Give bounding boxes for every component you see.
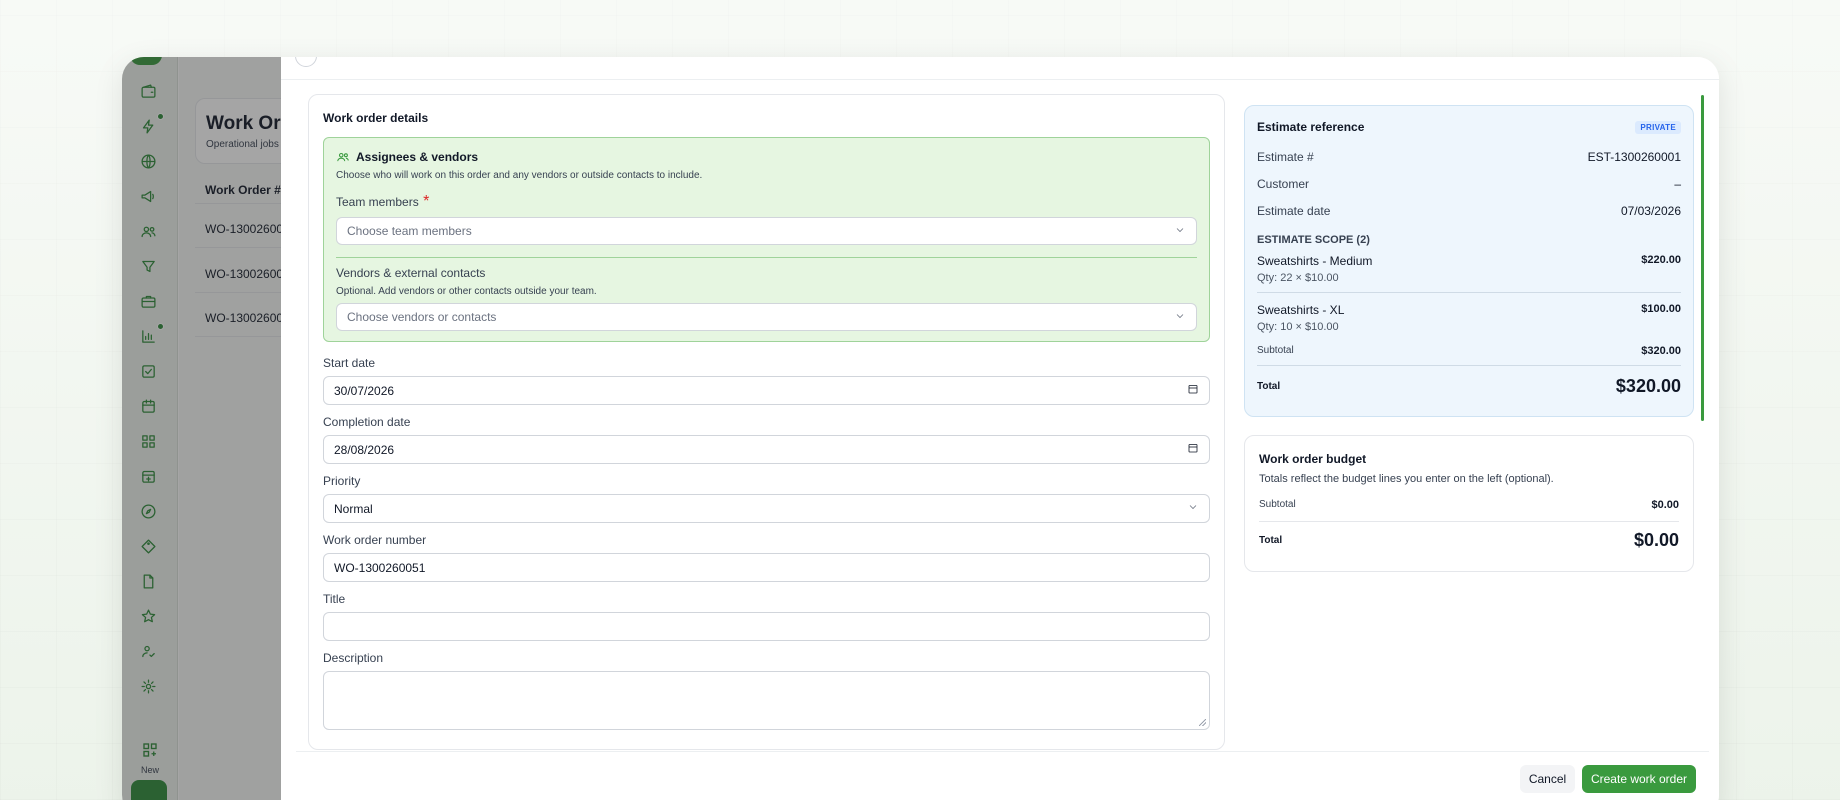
assignees-section: Assignees & vendors Choose who will work… [323, 137, 1210, 342]
scope-item-name: Sweatshirts - XL [1257, 303, 1345, 317]
estimate-total-value: $320.00 [1615, 376, 1681, 396]
budget-divider [1259, 521, 1679, 522]
start-date-input[interactable]: 30/07/2026 [323, 376, 1210, 405]
customer-label: Customer [1257, 177, 1310, 191]
scope-item-price: $220.00 [1641, 254, 1681, 266]
scope-item-qty: Qty: 10 × $10.00 [1257, 321, 1339, 333]
resize-handle[interactable] [1199, 719, 1206, 726]
budget-total-label: Total [1259, 535, 1283, 546]
start-date-value: 30/07/2026 [334, 383, 395, 398]
estimate-subtotal-value: $320.00 [1641, 345, 1681, 357]
estimate-date-label: Estimate date [1257, 204, 1331, 218]
calendar-icon[interactable] [1187, 383, 1199, 398]
estimate-number-label: Estimate # [1257, 150, 1314, 164]
budget-title: Work order budget [1259, 452, 1367, 466]
scope-item-name: Sweatshirts - Medium [1257, 254, 1373, 268]
scope-item-qty: Qty: 22 × $10.00 [1257, 272, 1339, 284]
close-button[interactable] [295, 57, 317, 67]
title-input[interactable] [323, 612, 1210, 641]
customer-value: – [1674, 177, 1681, 191]
description-textarea[interactable] [323, 671, 1210, 730]
vendors-placeholder: Choose vendors or contacts [347, 310, 497, 324]
work-order-budget-card: Work order budget Totals reflect the bud… [1244, 435, 1694, 572]
wo-number-label: Work order number [323, 533, 427, 547]
list-item: Sweatshirts - XL $100.00 Qty: 10 × $10.0… [1257, 303, 1681, 333]
estimate-total-label: Total [1257, 381, 1281, 392]
list-item: Sweatshirts - Medium $220.00 Qty: 22 × $… [1257, 254, 1681, 284]
description-label: Description [323, 651, 384, 665]
estimate-title: Estimate reference [1257, 120, 1365, 134]
users-icon [337, 152, 349, 162]
assignees-divider [336, 257, 1197, 258]
wo-number-input[interactable]: WO-1300260051 [323, 553, 1210, 582]
team-members-label: Team members [336, 195, 419, 209]
private-badge: PRIVATE [1635, 120, 1681, 134]
vendors-label: Vendors & external contacts [336, 266, 486, 280]
total-divider [1257, 365, 1681, 366]
estimate-reference-card: Estimate reference PRIVATE Estimate # ES… [1244, 105, 1694, 417]
scope-divider [1257, 292, 1681, 293]
estimate-accent-bar [1701, 95, 1704, 421]
calendar-icon[interactable] [1187, 442, 1199, 457]
create-work-order-button[interactable]: Create work order [1582, 765, 1696, 793]
modal-backdrop[interactable] [122, 57, 281, 800]
modal-footer-divider [296, 751, 1709, 752]
create-work-order-modal: Work order details Assignees & vendors C… [281, 57, 1719, 800]
budget-description: Totals reflect the budget lines you ente… [1259, 473, 1554, 485]
budget-subtotal-label: Subtotal [1259, 499, 1296, 510]
budget-total-value: $0.00 [1633, 530, 1679, 550]
details-title: Work order details [323, 111, 429, 125]
chevron-down-icon [1187, 501, 1199, 516]
chevron-down-icon [1174, 310, 1186, 325]
completion-date-label: Completion date [323, 415, 411, 429]
priority-value: Normal [334, 501, 373, 516]
assignees-title: Assignees & vendors [356, 150, 479, 164]
priority-select[interactable]: Normal [323, 494, 1210, 523]
team-members-placeholder: Choose team members [347, 224, 472, 238]
completion-date-input[interactable]: 28/08/2026 [323, 435, 1210, 464]
app-window: New Work Orc Operational jobs Work Order… [122, 57, 1719, 800]
team-members-select[interactable]: Choose team members [336, 217, 1197, 245]
wo-number-value: WO-1300260051 [334, 560, 426, 575]
start-date-label: Start date [323, 356, 376, 370]
scope-item-price: $100.00 [1641, 303, 1681, 315]
required-marker: * [423, 193, 430, 210]
vendors-select[interactable]: Choose vendors or contacts [336, 303, 1197, 331]
estimate-scope-title: ESTIMATE SCOPE (2) [1257, 234, 1370, 246]
title-label: Title [323, 592, 346, 606]
work-order-details-card: Work order details Assignees & vendors C… [308, 94, 1225, 750]
estimate-date-value: 07/03/2026 [1620, 204, 1681, 218]
completion-date-value: 28/08/2026 [334, 442, 395, 457]
vendors-hint: Optional. Add vendors or other contacts … [336, 286, 597, 297]
priority-label: Priority [323, 474, 361, 488]
estimate-subtotal-label: Subtotal [1257, 345, 1294, 356]
assignees-hint: Choose who will work on this order and a… [336, 170, 703, 181]
chevron-down-icon [1174, 224, 1186, 239]
budget-subtotal-value: $0.00 [1651, 499, 1679, 511]
modal-header-divider [281, 79, 1719, 80]
cancel-button[interactable]: Cancel [1520, 765, 1575, 793]
estimate-number-value: EST-1300260001 [1587, 150, 1681, 164]
